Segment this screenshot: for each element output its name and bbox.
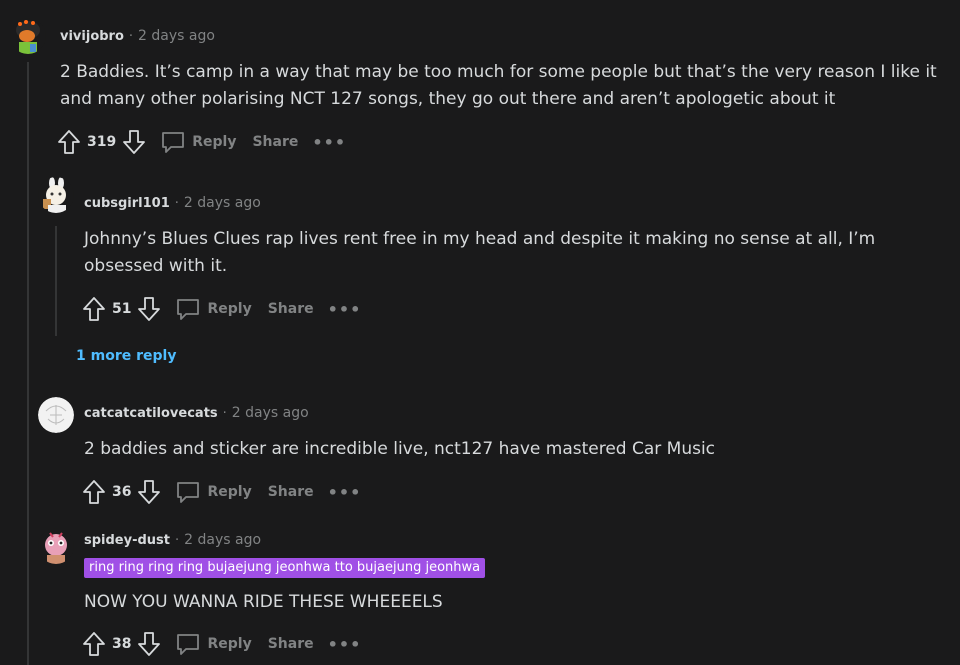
reply-label: Reply: [207, 636, 252, 652]
upvote-icon[interactable]: [57, 129, 81, 155]
share-button[interactable]: Share: [268, 484, 314, 500]
comment-actions: 36 Reply Share •••: [82, 479, 361, 505]
more-replies-link[interactable]: 1 more reply: [76, 348, 176, 364]
username[interactable]: spidey-dust: [84, 533, 170, 548]
reply-label: Reply: [207, 301, 252, 317]
downvote-icon[interactable]: [137, 296, 161, 322]
timestamp[interactable]: 2 days ago: [138, 28, 215, 44]
comment-actions: 319 Reply Share •••: [57, 129, 346, 155]
comment-meta: catcatcatilovecats · 2 days ago: [84, 405, 309, 421]
reply-button[interactable]: Reply: [175, 479, 252, 505]
comment-meta: spidey-dust · 2 days ago: [84, 532, 261, 548]
comment-actions: 38 Reply Share •••: [82, 631, 361, 657]
downvote-icon[interactable]: [137, 631, 161, 657]
reply-button[interactable]: Reply: [160, 129, 236, 155]
vote-count: 319: [87, 134, 117, 150]
thread-line-nested[interactable]: [55, 226, 57, 336]
share-button[interactable]: Share: [252, 134, 298, 150]
comment-body: 2 baddies and sticker are incredible liv…: [84, 439, 716, 459]
vote-count: 38: [112, 636, 132, 652]
reply-label: Reply: [192, 134, 237, 150]
comment-bubble-icon: [160, 129, 186, 155]
avatar[interactable]: [38, 528, 74, 564]
more-options-icon[interactable]: •••: [312, 133, 346, 152]
avatar[interactable]: [38, 397, 74, 433]
separator-dot: ·: [222, 405, 227, 421]
username[interactable]: cubsgirl101: [84, 196, 170, 211]
reply-button[interactable]: Reply: [175, 631, 252, 657]
upvote-icon[interactable]: [82, 479, 106, 505]
comment-meta: vivijobro · 2 days ago: [60, 28, 215, 44]
comment-bubble-icon: [175, 296, 201, 322]
comment-meta: cubsgirl101 · 2 days ago: [84, 195, 261, 211]
avatar[interactable]: [38, 177, 74, 213]
share-button[interactable]: Share: [268, 301, 314, 317]
reply-button[interactable]: Reply: [175, 296, 252, 322]
share-button[interactable]: Share: [268, 636, 314, 652]
vote-count: 36: [112, 484, 132, 500]
separator-dot: ·: [174, 195, 179, 211]
separator-dot: ·: [128, 28, 134, 44]
comment-body: NOW YOU WANNA RIDE THESE WHEEEELS: [84, 592, 443, 612]
timestamp[interactable]: 2 days ago: [232, 405, 309, 421]
downvote-icon[interactable]: [122, 129, 146, 155]
separator-dot: ·: [175, 532, 180, 548]
user-flair: ring ring ring ring bujaejung jeonhwa tt…: [84, 558, 486, 578]
upvote-icon[interactable]: [82, 296, 106, 322]
comment-body: Johnny’s Blues Clues rap lives rent free…: [84, 229, 876, 276]
more-options-icon[interactable]: •••: [328, 483, 362, 502]
comment-body: 2 Baddies. It’s camp in a way that may b…: [60, 62, 937, 109]
reply-label: Reply: [207, 484, 252, 500]
avatar[interactable]: [10, 18, 46, 54]
username[interactable]: vivijobro: [60, 29, 124, 44]
vote-count: 51: [112, 301, 132, 317]
thread-line[interactable]: [27, 62, 29, 665]
downvote-icon[interactable]: [137, 479, 161, 505]
more-options-icon[interactable]: •••: [328, 300, 362, 319]
comment-bubble-icon: [175, 631, 201, 657]
comment-actions: 51 Reply Share •••: [82, 296, 361, 322]
more-options-icon[interactable]: •••: [328, 635, 362, 654]
timestamp[interactable]: 2 days ago: [184, 195, 261, 211]
upvote-icon[interactable]: [82, 631, 106, 657]
timestamp[interactable]: 2 days ago: [184, 532, 261, 548]
username[interactable]: catcatcatilovecats: [84, 406, 218, 421]
comment-bubble-icon: [175, 479, 201, 505]
